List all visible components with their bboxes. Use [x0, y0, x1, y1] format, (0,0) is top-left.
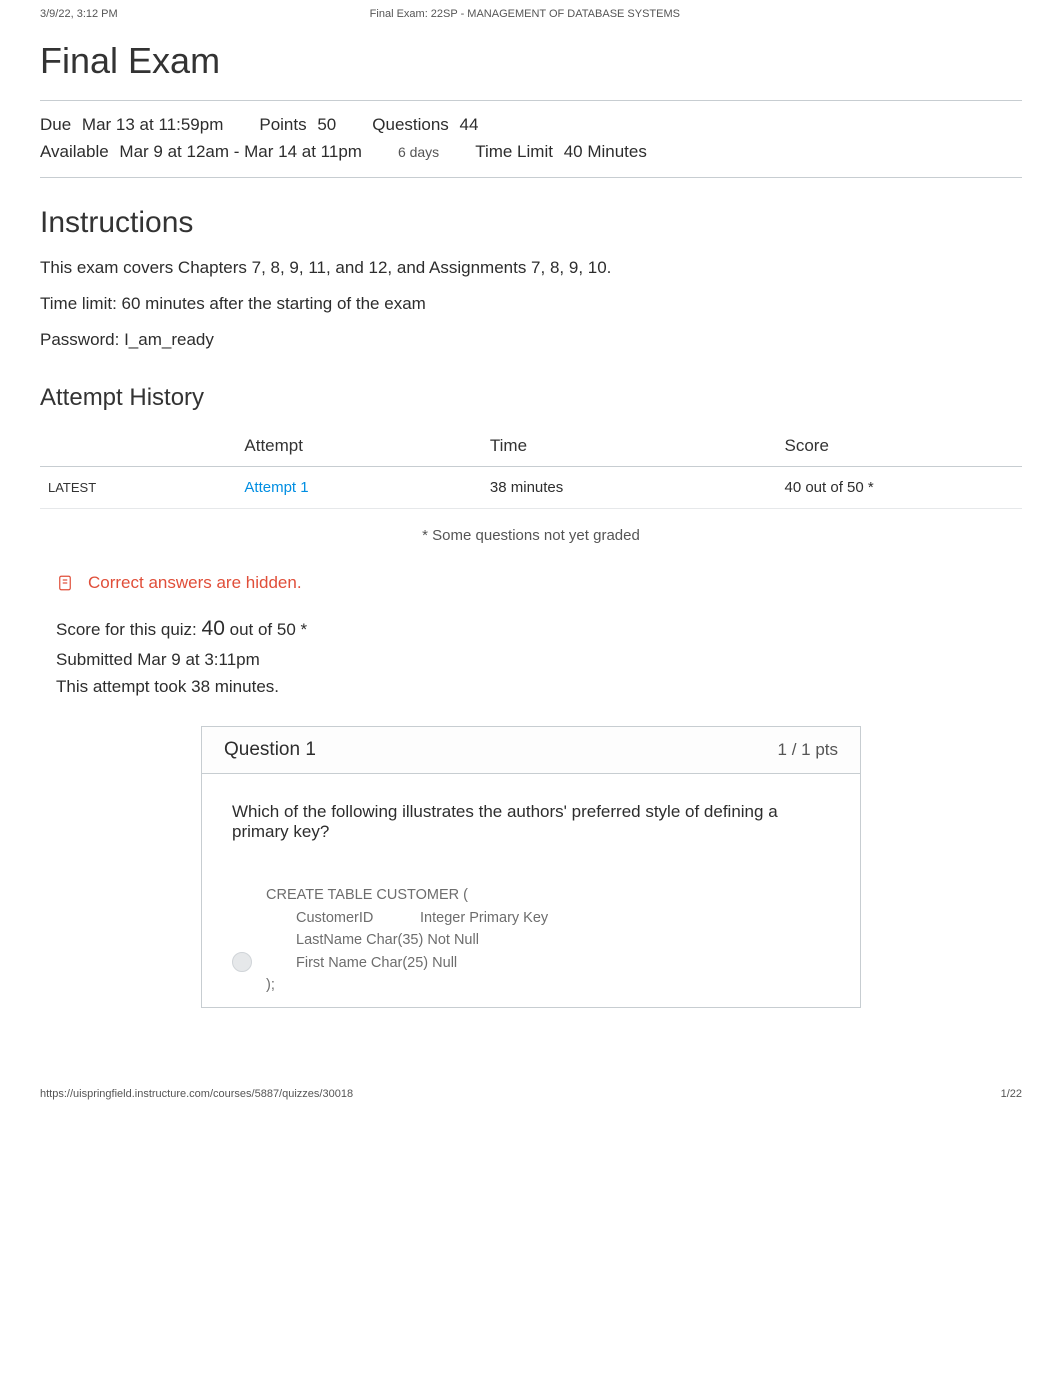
answer-code-l5: ); — [266, 974, 830, 996]
table-row: LATEST Attempt 1 38 minutes 40 out of 50… — [40, 467, 1022, 509]
attempt-history-header-row: Attempt Time Score — [40, 426, 1022, 467]
print-doc-title: Final Exam: 22SP - MANAGEMENT OF DATABAS… — [370, 8, 680, 20]
answer-code-r2a: LastName Char(35) — [296, 929, 423, 951]
answers-hidden-text: Correct answers are hidden. — [88, 573, 302, 593]
radio-icon — [232, 952, 252, 972]
answer-code-r1b: Integer Primary Key — [420, 910, 548, 926]
meta-available: Available Mar 9 at 12am - Mar 14 at 11pm — [40, 138, 362, 165]
score-value: 40 — [202, 617, 225, 640]
question-header: Question 1 1 / 1 pts — [202, 727, 860, 774]
meta-row2: Available Mar 9 at 12am - Mar 14 at 11pm… — [40, 138, 1022, 165]
meta-available-label: Available — [40, 142, 109, 161]
answer-code-r1a: CustomerID — [296, 907, 416, 929]
attempt-history-heading: Attempt History — [40, 384, 1022, 412]
instructions-heading: Instructions — [40, 206, 1022, 240]
quiz-meta-bar: Due Mar 13 at 11:59pm Points 50 Question… — [40, 100, 1022, 178]
page-title: Final Exam — [40, 40, 1022, 82]
meta-due-label: Due — [40, 115, 71, 134]
meta-points: Points 50 — [259, 111, 336, 138]
score-suffix: out of 50 * — [230, 620, 308, 639]
row-tag: LATEST — [40, 467, 236, 509]
question-card-1: Question 1 1 / 1 pts Which of the follow… — [201, 726, 861, 1007]
meta-points-value: 50 — [317, 115, 336, 134]
print-header: 3/9/22, 3:12 PM Final Exam: 22SP - MANAG… — [0, 0, 1062, 20]
meta-due-value: Mar 13 at 11:59pm — [82, 115, 223, 134]
footer-page: 1/22 — [1001, 1088, 1022, 1100]
col-score: Score — [776, 426, 1022, 467]
answer-option-1[interactable]: CREATE TABLE CUSTOMER ( CustomerID Integ… — [202, 874, 860, 1006]
grading-footnote: * Some questions not yet graded — [40, 527, 1022, 544]
footer-url: https://uispringfield.instructure.com/co… — [40, 1088, 353, 1100]
col-time: Time — [482, 426, 777, 467]
meta-available-note: 6 days — [398, 141, 439, 163]
row-score: 40 out of 50 * — [776, 467, 1022, 509]
instructions-p1: This exam covers Chapters 7, 8, 9, 11, a… — [40, 258, 1022, 278]
answer-code-r2b: Not Null — [427, 932, 479, 948]
meta-time-limit-value: 40 Minutes — [564, 142, 647, 161]
col-attempt: Attempt — [236, 426, 482, 467]
instructions-p2: Time limit: 60 minutes after the startin… — [40, 294, 1022, 314]
answer-code-r3b: Null — [432, 955, 457, 971]
meta-questions-label: Questions — [372, 115, 449, 134]
meta-due: Due Mar 13 at 11:59pm — [40, 111, 223, 138]
row-time: 38 minutes — [482, 467, 777, 509]
meta-time-limit-label: Time Limit — [475, 142, 553, 161]
meta-questions-value: 44 — [460, 115, 479, 134]
meta-questions: Questions 44 — [372, 111, 478, 138]
answers-hidden-banner: Correct answers are hidden. — [56, 572, 1022, 594]
score-block: Score for this quiz: 40 out of 50 * Subm… — [56, 612, 1022, 700]
score-prefix: Score for this quiz: — [56, 620, 202, 639]
print-timestamp: 3/9/22, 3:12 PM — [40, 8, 118, 20]
print-footer: https://uispringfield.instructure.com/co… — [0, 1048, 1062, 1110]
question-title: Question 1 — [224, 739, 316, 761]
answer-code-l1: CREATE TABLE CUSTOMER ( — [266, 884, 830, 906]
submitted-at: Submitted Mar 9 at 3:11pm — [56, 646, 1022, 673]
meta-time-limit: Time Limit 40 Minutes — [475, 138, 647, 165]
instructions-body: This exam covers Chapters 7, 8, 9, 11, a… — [40, 258, 1022, 350]
muted-icon — [56, 572, 74, 594]
attempt-link[interactable]: Attempt 1 — [244, 479, 308, 496]
question-prompt: Which of the following illustrates the a… — [202, 774, 860, 856]
meta-available-value: Mar 9 at 12am - Mar 14 at 11pm — [119, 142, 362, 161]
attempt-history-table: Attempt Time Score LATEST Attempt 1 38 m… — [40, 426, 1022, 509]
meta-points-label: Points — [259, 115, 306, 134]
attempt-duration: This attempt took 38 minutes. — [56, 673, 1022, 700]
answer-code-r3a: First Name Char(25) — [296, 952, 428, 974]
instructions-p3: Password: I_am_ready — [40, 330, 1022, 350]
question-points: 1 / 1 pts — [778, 740, 838, 760]
